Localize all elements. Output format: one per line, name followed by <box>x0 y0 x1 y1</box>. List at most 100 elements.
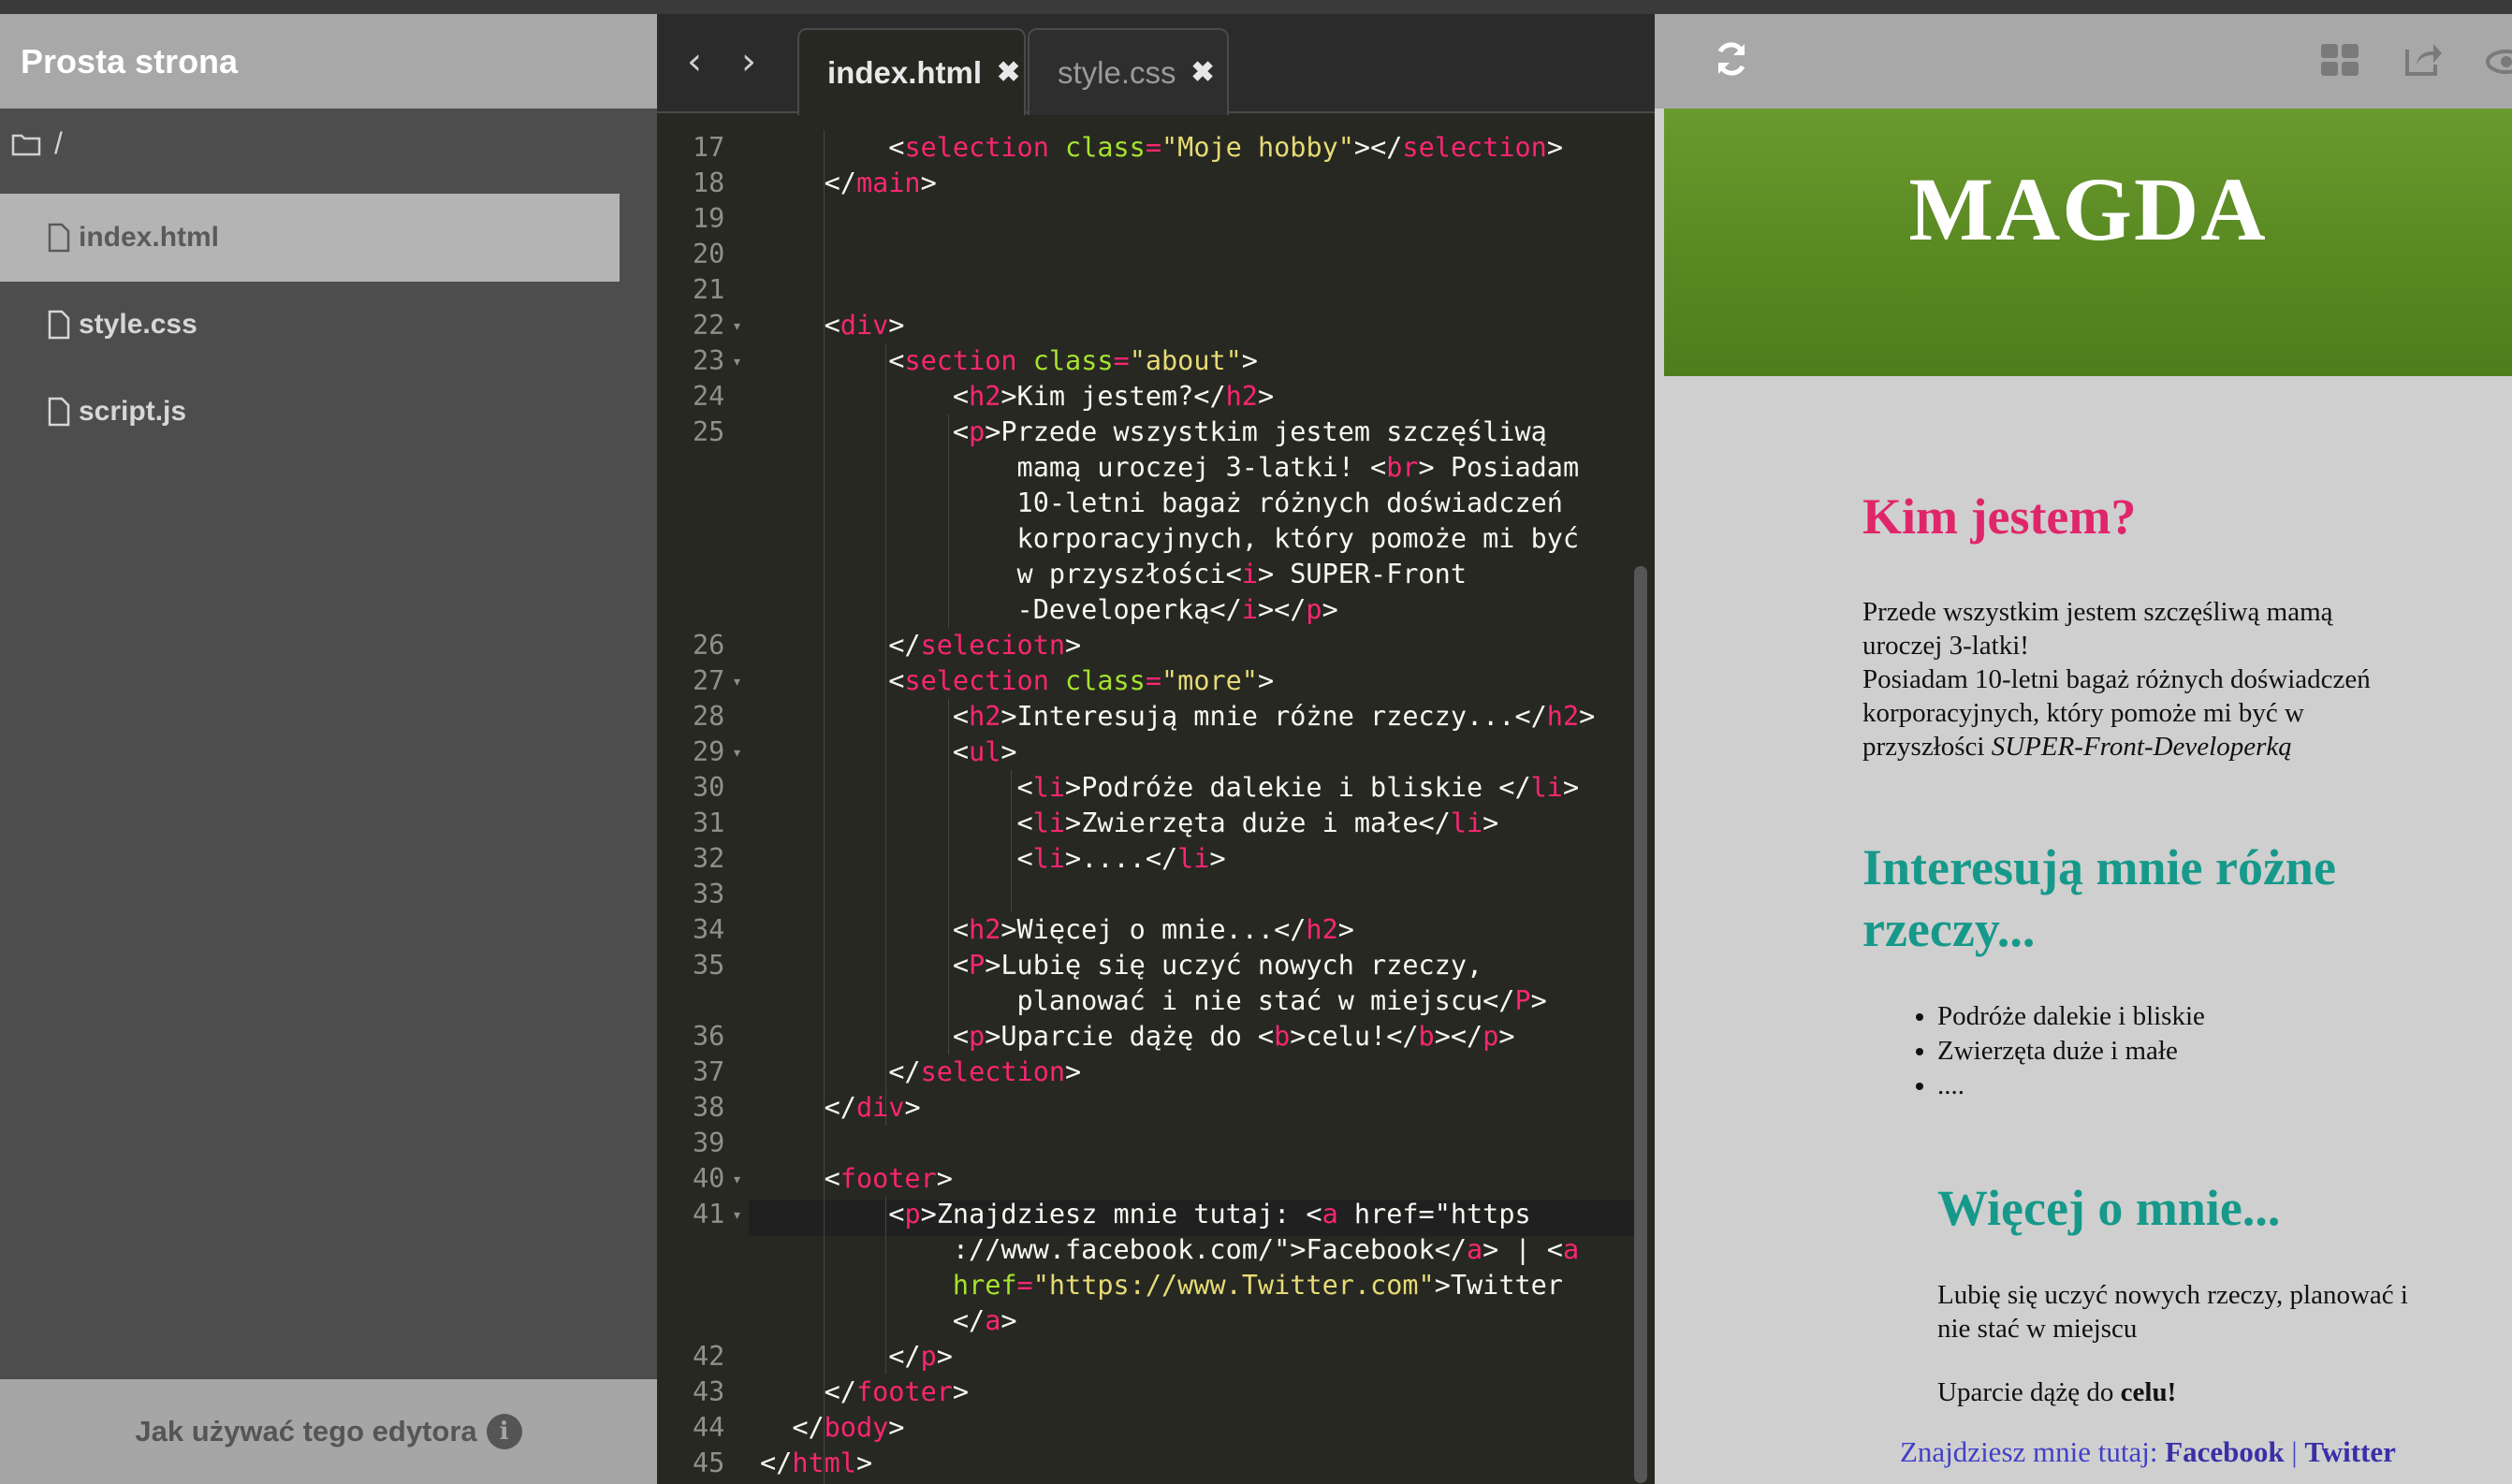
code-line: <div> <box>760 310 905 341</box>
line-number: 20 <box>693 239 725 269</box>
editor-tab-bar: ‹ › index.html ✖ style.css ✖ <box>657 14 1655 115</box>
grid-icon[interactable] <box>2321 44 2360 78</box>
project-title: Prosta strona <box>0 14 657 109</box>
share-icon[interactable] <box>2403 40 2443 78</box>
close-icon[interactable]: ✖ <box>997 56 1020 89</box>
facebook-link[interactable]: Facebook <box>2165 1435 2284 1468</box>
back-arrow-icon[interactable]: ‹ <box>687 40 702 83</box>
tab-index-html[interactable]: index.html ✖ <box>797 28 1026 115</box>
file-item-label: style.css <box>79 309 197 340</box>
learning-line: nie stać w miejscu <box>1937 1314 2138 1344</box>
code-line: 10-letni bagaż różnych doświadczeń <box>760 487 1563 518</box>
code-line: <li>Zwierzęta duże i małe</li> <box>760 807 1499 838</box>
about-line: Posiadam 10-letni bagaż różnych doświadc… <box>1862 664 2371 694</box>
file-item-label: script.js <box>79 396 187 427</box>
editor-scrollbar[interactable] <box>1634 566 1647 1483</box>
line-number: 28 <box>693 701 725 732</box>
file-icon <box>48 223 70 253</box>
root-folder-label: / <box>54 126 63 160</box>
code-line: <h2>Więcej o mnie...</h2> <box>760 914 1354 945</box>
fold-arrow-icon[interactable]: ▾ <box>734 343 745 379</box>
more-about-me-heading: Więcej o mnie... <box>1937 1180 2281 1236</box>
line-number: 38 <box>693 1092 725 1123</box>
file-item-label: index.html <box>79 222 220 253</box>
window-top-strip <box>0 0 2512 14</box>
site-name: MAGDA <box>1908 159 2268 259</box>
about-line: przyszłości SUPER-Front-Developerką <box>1862 730 2499 764</box>
code-line: <P>Lubię się uczyć nowych rzeczy, <box>760 950 1483 981</box>
line-number: 17 <box>693 132 725 163</box>
code-line: </main> <box>760 167 937 198</box>
line-number: 18 <box>693 167 725 198</box>
refresh-icon[interactable] <box>1711 38 1752 80</box>
fold-arrow-icon[interactable]: ▾ <box>734 735 745 770</box>
list-item: Podróże dalekie i bliskie <box>1937 999 2205 1034</box>
code-line: ://www.facebook.com/">Facebook</a> | <a <box>760 1234 1580 1265</box>
goal-bold: celu! <box>2120 1377 2177 1407</box>
file-icon <box>48 310 70 340</box>
fold-arrow-icon[interactable]: ▾ <box>734 663 745 699</box>
footer-separator: | <box>2284 1435 2305 1468</box>
code-line: </html> <box>760 1448 873 1478</box>
eye-icon[interactable] <box>2486 48 2512 76</box>
page-header: MAGDA <box>1664 109 2512 376</box>
interests-heading-line: rzeczy... <box>1862 901 2036 957</box>
fold-arrow-icon[interactable]: ▾ <box>734 308 745 343</box>
root-folder[interactable]: / <box>11 126 63 161</box>
code-line: <selection class="more"> <box>760 665 1275 696</box>
code-line: </p> <box>760 1341 953 1372</box>
line-number: 45 <box>693 1448 725 1478</box>
line-number: 24 <box>693 381 725 412</box>
code-line: mamą uroczej 3-latki! <br> Posiadam <box>760 452 1580 483</box>
interests-heading-line: Interesują mnie różne <box>1862 839 2336 895</box>
code-line: </body> <box>760 1412 905 1443</box>
file-item-script-js[interactable]: script.js <box>0 368 620 456</box>
line-number: 19 <box>693 203 725 234</box>
fold-arrow-icon[interactable]: ▾ <box>734 1161 745 1197</box>
folder-icon <box>11 134 41 155</box>
code-line: </footer> <box>760 1376 970 1407</box>
line-number: 30 <box>693 772 725 803</box>
preview-toolbar <box>1655 14 2512 109</box>
code-line: </selection> <box>760 1056 1082 1087</box>
tab-style-css[interactable]: style.css ✖ <box>1028 28 1229 115</box>
code-line: <ul> <box>760 736 1017 767</box>
file-item-style-css[interactable]: style.css <box>0 281 620 369</box>
goal-text: Uparcie dążę do <box>1937 1377 2121 1407</box>
goal-paragraph: Uparcie dążę do celu! <box>1937 1375 2176 1409</box>
line-number: 41 <box>693 1199 725 1229</box>
file-sidebar: Prosta strona / index.html style.css scr… <box>0 14 657 1484</box>
code-line: <h2>Kim jestem?</h2> <box>760 381 1275 412</box>
tab-label: index.html <box>827 54 983 90</box>
code-line: <section class="about"> <box>760 345 1258 376</box>
editor-help-link[interactable]: Jak używać tego edytora i <box>0 1379 657 1484</box>
fold-arrow-icon[interactable]: ▾ <box>734 1197 745 1232</box>
line-number: 21 <box>693 274 725 305</box>
info-icon: i <box>486 1414 522 1449</box>
line-number: 42 <box>693 1341 725 1372</box>
list-item: Zwierzęta duże i małe <box>1937 1034 2205 1069</box>
line-number: 22 <box>693 310 725 341</box>
forward-arrow-icon[interactable]: › <box>741 40 756 83</box>
code-line: <h2>Interesują mnie różne rzeczy...</h2> <box>760 701 1596 732</box>
editor-help-label: Jak używać tego edytora <box>135 1415 477 1448</box>
twitter-link[interactable]: Twitter <box>2304 1435 2396 1468</box>
about-heading: Kim jestem? <box>1862 488 2137 545</box>
close-icon[interactable]: ✖ <box>1191 56 1215 89</box>
file-item-index-html[interactable]: index.html <box>0 194 620 282</box>
code-line: <p>Znajdziesz mnie tutaj: <a href="https <box>760 1199 1531 1229</box>
line-number: 44 <box>693 1412 725 1443</box>
about-paragraph: Przede wszystkim jestem szczęśliwą mamą … <box>1862 595 2499 764</box>
line-number: 40 <box>693 1163 725 1194</box>
line-number: 36 <box>693 1021 725 1052</box>
code-line: korporacyjnych, który pomoże mi być <box>760 523 1580 554</box>
line-number: 25 <box>693 416 725 447</box>
code-line: <footer> <box>760 1163 953 1194</box>
about-text: przyszłości <box>1862 732 1992 762</box>
code-editor: ‹ › index.html ✖ style.css ✖ 17 18 19 20 21 2… <box>657 14 1655 1484</box>
code-area[interactable]: <selection class="Moje hobby"></selectio… <box>749 113 1655 1484</box>
code-line: <p>Przede wszystkim jestem szczęśliwą <box>760 416 1547 447</box>
code-line: href="https://www.Twitter.com">Twitter <box>952 1270 1563 1301</box>
line-number: 34 <box>693 914 725 945</box>
about-italic: SUPER-Front-Developerką <box>1991 732 2292 762</box>
